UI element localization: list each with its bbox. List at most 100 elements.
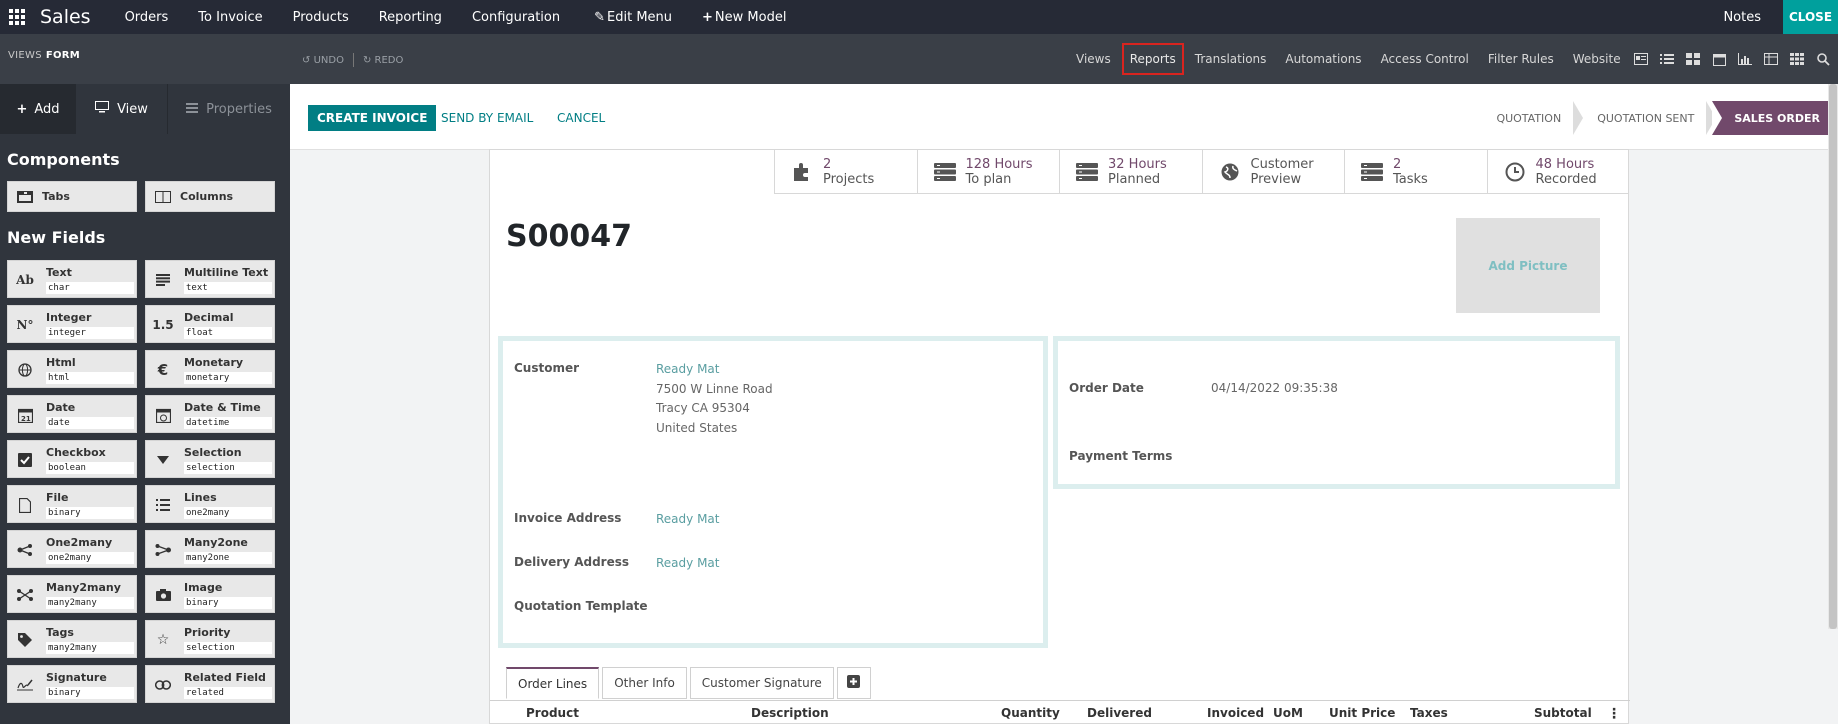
edit-menu-button[interactable]: ✎ Edit Menu: [594, 10, 672, 25]
tab-reports[interactable]: Reports: [1121, 43, 1184, 75]
menu-products[interactable]: Products: [293, 10, 349, 25]
notes-button[interactable]: Notes: [1723, 10, 1761, 25]
scrollbar[interactable]: [1828, 84, 1838, 629]
tab-website[interactable]: Website: [1573, 52, 1621, 66]
field-many2many[interactable]: Many2many many2many: [7, 575, 137, 613]
field-monetary[interactable]: € Monetary monetary: [145, 350, 275, 388]
tab-translations[interactable]: Translations: [1195, 52, 1267, 66]
grid-view-icon[interactable]: [1784, 50, 1810, 68]
column-product[interactable]: Product: [526, 706, 579, 720]
stage-quotation-sent[interactable]: QUOTATION SENT: [1579, 101, 1717, 135]
send-by-email-button[interactable]: SEND BY EMAIL: [441, 105, 533, 131]
field-file[interactable]: File binary: [7, 485, 137, 523]
smart-button-planned[interactable]: 32 Hours Planned: [1059, 150, 1202, 194]
column-unit-price[interactable]: Unit Price: [1329, 706, 1395, 720]
list-view-icon[interactable]: [1654, 50, 1680, 68]
smart-button-recorded[interactable]: 48 Hours Recorded: [1486, 150, 1630, 194]
calendar-view-icon[interactable]: [1706, 50, 1732, 68]
field-selection[interactable]: Selection selection: [145, 440, 275, 478]
column-quantity[interactable]: Quantity: [1001, 706, 1060, 720]
field-integer[interactable]: N° Integer integer: [7, 305, 137, 343]
clock-icon: [1502, 159, 1528, 185]
kanban-view-icon[interactable]: [1680, 50, 1706, 68]
tab-access-control[interactable]: Access Control: [1381, 52, 1469, 66]
component-columns[interactable]: Columns: [145, 181, 275, 212]
column-description[interactable]: Description: [751, 706, 829, 720]
pivot-view-icon[interactable]: [1758, 50, 1784, 68]
monitor-icon: [95, 101, 110, 117]
cancel-button[interactable]: CANCEL: [557, 105, 605, 131]
smart-button-customer-preview[interactable]: Customer Preview: [1201, 150, 1345, 194]
menu-reporting[interactable]: Reporting: [379, 10, 442, 25]
search-view-icon[interactable]: [1810, 50, 1836, 68]
field-priority[interactable]: ☆ Priority selection: [145, 620, 275, 658]
column-subtotal[interactable]: Subtotal: [1534, 706, 1592, 720]
field-date-time[interactable]: Date & Time datetime: [145, 395, 275, 433]
field-one2many[interactable]: One2many one2many: [7, 530, 137, 568]
field-checkbox[interactable]: Checkbox boolean: [7, 440, 137, 478]
menu-configuration[interactable]: Configuration: [472, 10, 560, 25]
tab-filter-rules[interactable]: Filter Rules: [1488, 52, 1554, 66]
field-lines[interactable]: Lines one2many: [145, 485, 275, 523]
top-navbar: Sales Orders To Invoice Products Reporti…: [0, 0, 1838, 34]
tab-customer-signature[interactable]: Customer Signature: [689, 667, 834, 699]
smart-button-to-plan[interactable]: 128 Hours To plan: [916, 150, 1060, 194]
field-image[interactable]: Image binary: [145, 575, 275, 613]
column-invoiced[interactable]: Invoiced: [1207, 706, 1264, 720]
menu-to-invoice[interactable]: To Invoice: [198, 10, 262, 25]
form-view-icon[interactable]: [1628, 50, 1654, 68]
field-signature[interactable]: Signature binary: [7, 665, 137, 703]
field-html[interactable]: Html html: [7, 350, 137, 388]
sidebar-tab-add[interactable]: + Add: [0, 84, 76, 134]
customer-field[interactable]: Ready Mat: [656, 362, 719, 376]
invoice-address-field[interactable]: Ready Mat: [656, 512, 719, 526]
add-tab-button[interactable]: [836, 667, 871, 699]
scrollbar-thumb[interactable]: [1829, 84, 1837, 629]
stage-quotation[interactable]: QUOTATION: [1478, 101, 1583, 135]
field-tags[interactable]: Tags many2many: [7, 620, 137, 658]
apps-menu-icon[interactable]: [0, 0, 34, 34]
sidebar-tab-view[interactable]: View: [76, 84, 168, 134]
graph-view-icon[interactable]: [1732, 50, 1758, 68]
new-fields-heading: New Fields: [7, 228, 106, 247]
caret-down-icon: [146, 441, 180, 479]
column-uom[interactable]: UoM: [1273, 706, 1303, 720]
tab-automations[interactable]: Automations: [1285, 52, 1361, 66]
app-title[interactable]: Sales: [40, 6, 91, 28]
star-icon: ☆: [156, 632, 170, 648]
delivery-address-field[interactable]: Ready Mat: [656, 556, 719, 570]
tab-views[interactable]: Views: [1076, 52, 1111, 66]
pencil-icon: ✎: [594, 9, 606, 25]
stage-sales-order[interactable]: SALES ORDER: [1712, 101, 1838, 135]
order-date-field[interactable]: 04/14/2022 09:35:38: [1211, 381, 1338, 395]
sidebar-tabs: + Add View Properties: [0, 84, 290, 134]
close-studio-button[interactable]: CLOSE: [1783, 0, 1838, 34]
menu-orders[interactable]: Orders: [125, 10, 169, 25]
tab-other-info[interactable]: Other Info: [602, 667, 687, 699]
field-related[interactable]: Related Field related: [145, 665, 275, 703]
undo-button[interactable]: ↺ UNDO: [302, 55, 344, 66]
euro-icon: €: [157, 361, 169, 379]
field-decimal[interactable]: 1.5 Decimal float: [145, 305, 275, 343]
breadcrumb-views[interactable]: VIEWS: [8, 50, 42, 61]
form-editor-area: CREATE INVOICE SEND BY EMAIL CANCEL QUOT…: [290, 84, 1838, 724]
create-invoice-button[interactable]: CREATE INVOICE: [308, 105, 437, 131]
column-delivered[interactable]: Delivered: [1087, 706, 1152, 720]
share-icon: [8, 531, 42, 569]
field-many2one[interactable]: Many2one many2one: [145, 530, 275, 568]
record-title[interactable]: S00047: [506, 219, 632, 254]
component-tabs[interactable]: Tabs: [7, 181, 137, 212]
redo-button[interactable]: ↻ REDO: [363, 55, 403, 66]
column-taxes[interactable]: Taxes: [1410, 706, 1448, 720]
add-picture-placeholder[interactable]: Add Picture: [1456, 218, 1600, 313]
order-date-label: Order Date: [1069, 381, 1144, 395]
field-date[interactable]: 21 Date date: [7, 395, 137, 433]
smart-button-tasks[interactable]: 2 Tasks: [1344, 150, 1487, 194]
field-text[interactable]: Ab Text char: [7, 260, 137, 298]
new-model-button[interactable]: + New Model: [702, 10, 786, 25]
optional-columns-icon[interactable]: ⋮: [1607, 706, 1621, 722]
tab-order-lines[interactable]: Order Lines: [506, 667, 600, 699]
sidebar-tab-properties[interactable]: Properties: [168, 84, 290, 134]
smart-button-projects[interactable]: 2 Projects: [774, 150, 917, 194]
field-multiline-text[interactable]: Multiline Text text: [145, 260, 275, 298]
